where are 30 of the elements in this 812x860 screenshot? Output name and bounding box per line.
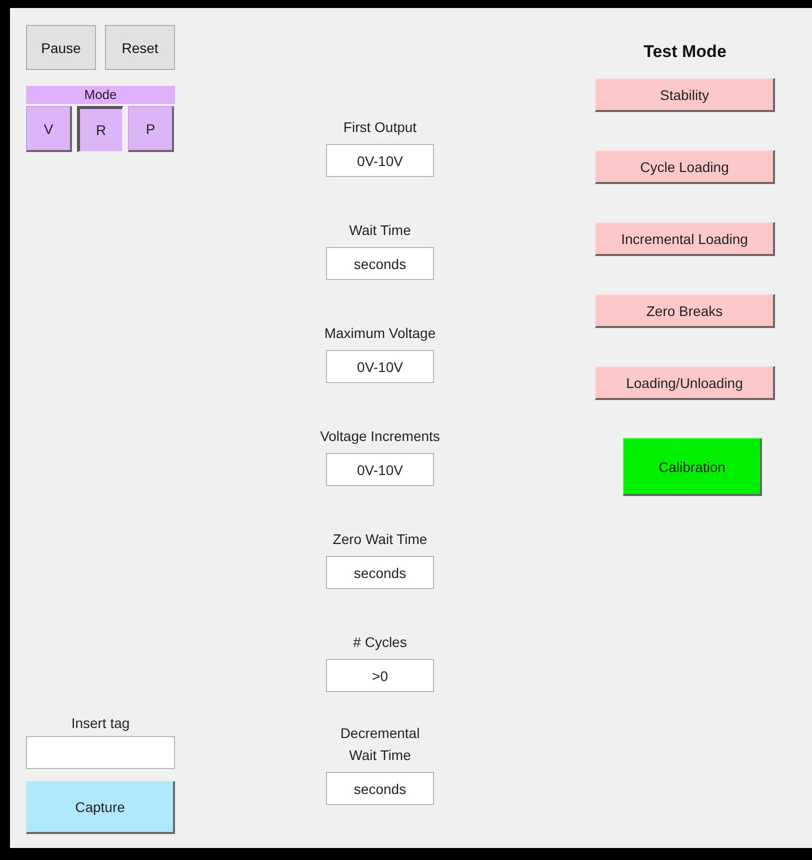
- parameter-label: Maximum Voltage: [324, 324, 436, 343]
- mode-toggle-button[interactable]: R: [77, 106, 123, 152]
- parameter-label: # Cycles: [353, 633, 407, 652]
- tag-label: Insert tag: [70, 715, 131, 731]
- control-button[interactable]: Pause: [26, 25, 96, 70]
- parameter-label: Voltage Increments: [320, 427, 440, 446]
- mode-toggle-button[interactable]: V: [26, 106, 72, 152]
- parameter-input-field[interactable]: seconds: [326, 247, 434, 280]
- parameter-label: Zero Wait Time: [332, 530, 428, 549]
- parameter-input-field[interactable]: seconds: [326, 772, 434, 805]
- mode-title: Mode: [26, 86, 175, 104]
- parameter-input-field[interactable]: 0V-10V: [326, 350, 434, 383]
- test-mode-button[interactable]: Stability: [595, 78, 775, 112]
- mode-toggle-button[interactable]: P: [128, 106, 174, 152]
- parameter-label: First Output: [343, 118, 417, 137]
- test-mode-button[interactable]: Zero Breaks: [595, 294, 775, 328]
- test-mode-button[interactable]: Incremental Loading: [595, 222, 775, 256]
- calibration-button[interactable]: Calibration: [623, 438, 762, 496]
- parameter-input-field[interactable]: 0V-10V: [326, 453, 434, 486]
- parameter-input-field[interactable]: >0: [326, 659, 434, 692]
- test-mode-button[interactable]: Loading/Unloading: [595, 366, 775, 400]
- test-mode-title: Test Mode: [642, 42, 728, 62]
- parameter-input-field[interactable]: seconds: [326, 556, 434, 589]
- capture-button[interactable]: Capture: [26, 781, 175, 834]
- test-mode-button[interactable]: Cycle Loading: [595, 150, 775, 184]
- parameter-label: Wait Time: [349, 221, 411, 240]
- tag-input-field[interactable]: [26, 736, 175, 769]
- parameter-label: Decremental Wait Time: [340, 724, 420, 765]
- parameter-input-field[interactable]: 0V-10V: [326, 144, 434, 177]
- control-button[interactable]: Reset: [105, 25, 175, 70]
